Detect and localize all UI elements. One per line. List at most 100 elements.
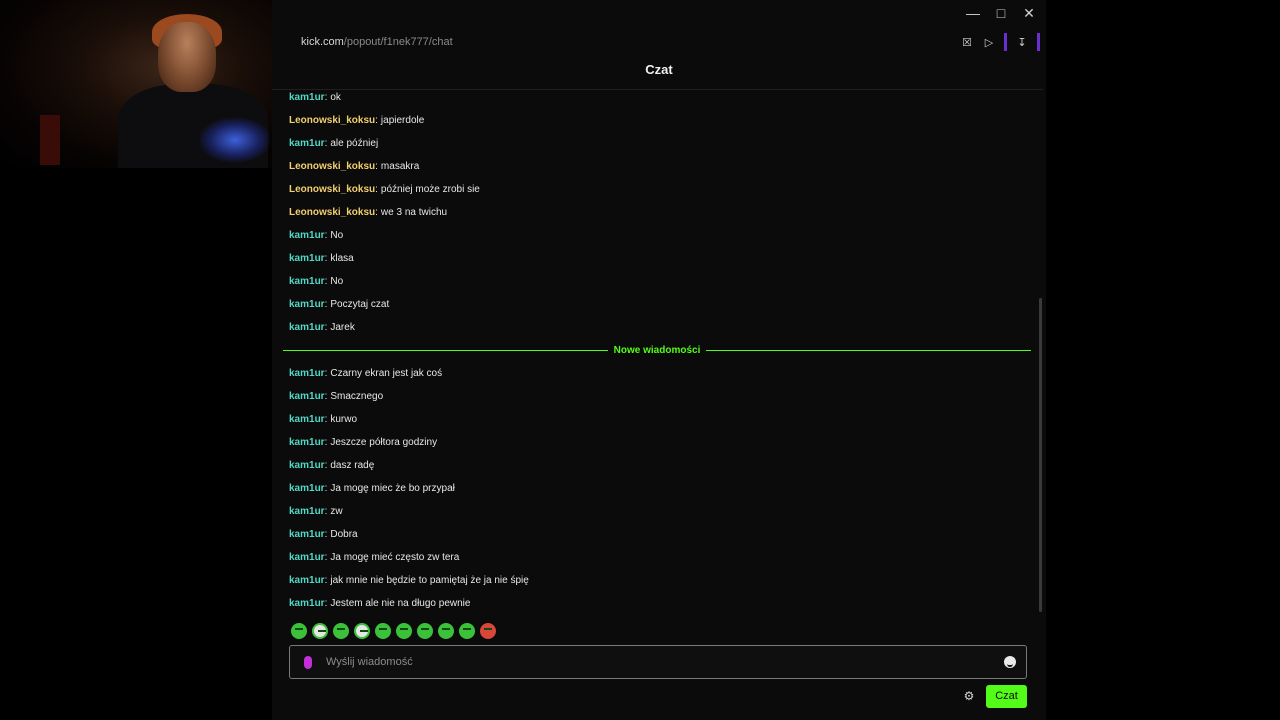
emote-icon[interactable] [396, 623, 412, 639]
chat-username[interactable]: Leonowski_koksu [289, 206, 375, 220]
chat-colon: : [324, 436, 328, 448]
chat-username[interactable]: kam1ur [289, 459, 325, 473]
chat-username[interactable]: kam1ur [289, 505, 325, 519]
chat-message: Leonowski_koksu: masakra [289, 155, 1029, 178]
chat-username[interactable]: kam1ur [289, 229, 325, 243]
chat-username[interactable]: kam1ur [289, 436, 325, 450]
chat-message: kam1ur: klasa [289, 247, 1029, 270]
gear-icon[interactable]: ⚙ [962, 689, 976, 703]
chat-colon: : [324, 482, 328, 494]
url-path: /popout/f1nek777/chat [343, 36, 453, 48]
chat-username[interactable]: kam1ur [289, 298, 325, 312]
url-text[interactable]: kick.com/popout/f1nek777/chat [272, 36, 453, 48]
chat-username[interactable]: kam1ur [289, 252, 325, 266]
chat-message: kam1ur: ale później [289, 132, 1029, 155]
chat-message: kam1ur: Jestem ale nie na długo pewnie [289, 592, 1029, 615]
chat-message-text: Jarek [330, 321, 355, 333]
chat-message-text: Ja mogę mieć często zw tera [330, 551, 460, 563]
chat-message: kam1ur: No [289, 270, 1029, 293]
chat-username[interactable]: Leonowski_koksu [289, 183, 375, 197]
chat-colon: : [324, 551, 328, 563]
emote-icon[interactable] [459, 623, 475, 639]
chat-username[interactable]: kam1ur [289, 413, 325, 427]
chat-username[interactable]: kam1ur [289, 275, 325, 289]
chat-message: kam1ur: dasz radę [289, 454, 1029, 477]
window-controls: — □ ✕ [964, 4, 1038, 22]
chat-message-text: klasa [330, 252, 354, 264]
chat-message-text: we 3 na twichu [380, 206, 448, 218]
chat-colon: : [324, 390, 328, 402]
chat-username[interactable]: kam1ur [289, 574, 325, 588]
chat-colon: : [375, 206, 378, 218]
chat-colon: : [324, 137, 328, 149]
chat-message: kam1ur: jak mnie nie będzie to pamiętaj ż… [289, 569, 1029, 592]
chat-username[interactable]: Leonowski_koksu [289, 114, 375, 128]
emoji-icon[interactable] [1004, 656, 1016, 668]
chat-colon: : [324, 505, 328, 517]
emote-quick-bar [291, 623, 496, 639]
chat-username[interactable]: kam1ur [289, 367, 325, 381]
chat-message-text: No [330, 229, 344, 241]
chat-username[interactable]: kam1ur [289, 551, 325, 565]
webcam-background [40, 115, 60, 165]
chat-username[interactable]: kam1ur [289, 390, 325, 404]
chat-message: kam1ur: ok [289, 86, 1029, 109]
webcam-streamer-head [158, 22, 216, 92]
chat-message: kam1ur: Smacznego [289, 385, 1029, 408]
chat-input-box [289, 645, 1027, 679]
chat-colon: : [324, 528, 328, 540]
play-icon[interactable]: ▷ [982, 34, 996, 50]
chat-message-text: ale później [330, 137, 379, 149]
chat-username[interactable]: Leonowski_koksu [289, 160, 375, 174]
chat-message-text: japierdole [380, 114, 425, 126]
chat-colon: : [324, 298, 328, 310]
maximize-icon[interactable]: □ [992, 4, 1010, 22]
close-icon[interactable]: ✕ [1020, 4, 1038, 22]
chat-message-text: dasz radę [330, 459, 375, 471]
chat-message-text: później może zrobi sie [380, 183, 480, 195]
chat-message: kam1ur: Ja mogę mieć często zw tera [289, 546, 1029, 569]
chat-scrollbar[interactable] [1039, 298, 1042, 612]
emote-icon[interactable] [333, 623, 349, 639]
chat-username[interactable]: kam1ur [289, 321, 325, 335]
emote-icon[interactable] [480, 623, 496, 639]
address-bar-actions: ☒ ▷ ↧ [960, 33, 1040, 51]
mic-icon[interactable] [304, 655, 312, 669]
chat-message-text: ok [330, 91, 341, 103]
chat-message: kam1ur: Ja mogę miec że bo przypał [289, 477, 1029, 500]
chat-username[interactable]: kam1ur [289, 528, 325, 542]
chat-message-text: Ja mogę miec że bo przypał [330, 482, 455, 494]
emote-icon[interactable] [417, 623, 433, 639]
chat-popout-window: — □ ✕ kick.com/popout/f1nek777/chat ☒ ▷ … [272, 0, 1046, 720]
chat-username[interactable]: kam1ur [289, 91, 325, 105]
chat-message: Leonowski_koksu: japierdole [289, 109, 1029, 132]
chat-message-text: kurwo [330, 413, 358, 425]
chat-username[interactable]: kam1ur [289, 482, 325, 496]
send-chat-button[interactable]: Czat [986, 685, 1027, 708]
chat-message: Leonowski_koksu: we 3 na twichu [289, 201, 1029, 224]
chat-colon: : [375, 183, 378, 195]
chat-colon: : [375, 114, 378, 126]
webcam-phone-glow [200, 118, 270, 162]
divider-line [283, 350, 608, 351]
emote-icon[interactable] [291, 623, 307, 639]
chat-username[interactable]: kam1ur [289, 597, 325, 611]
emote-icon[interactable] [375, 623, 391, 639]
download-icon[interactable]: ↧ [1015, 34, 1029, 50]
chat-username[interactable]: kam1ur [289, 137, 325, 151]
shield-x-icon[interactable]: ☒ [960, 34, 974, 50]
emote-icon[interactable] [312, 623, 328, 639]
url-host: kick.com [301, 36, 344, 48]
minimize-icon[interactable]: — [964, 4, 982, 22]
chat-message: kam1ur: zw [289, 500, 1029, 523]
chat-title: Czat [645, 62, 673, 77]
chat-colon: : [375, 160, 378, 172]
emote-icon[interactable] [354, 623, 370, 639]
address-bar: kick.com/popout/f1nek777/chat ☒ ▷ ↧ [272, 30, 1046, 54]
chat-message-text: Jeszcze półtora godziny [330, 436, 438, 448]
chat-message: kam1ur: Dobra [289, 523, 1029, 546]
chat-colon: : [324, 413, 328, 425]
emote-icon[interactable] [438, 623, 454, 639]
chat-message-input[interactable] [326, 656, 986, 668]
new-messages-divider: Nowe wiadomości [283, 339, 1031, 362]
